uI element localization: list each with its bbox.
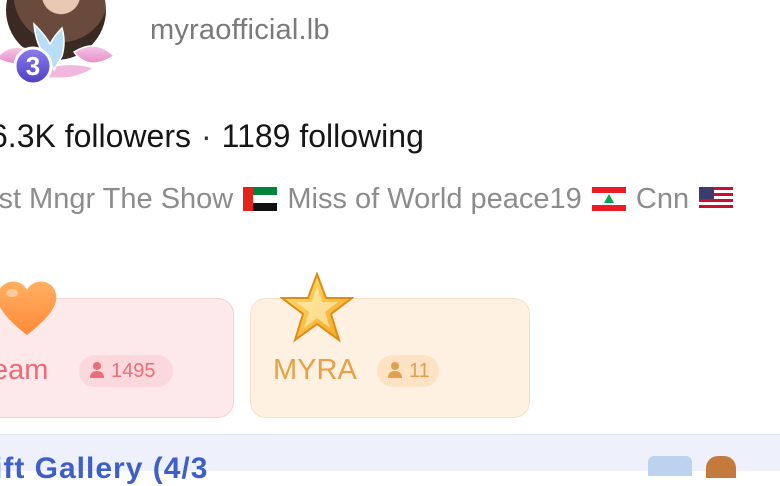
level-number: 3 <box>25 51 41 81</box>
fan-club-count: 1495 <box>111 360 156 382</box>
bio-part-1: ist Mngr The Show <box>0 183 234 215</box>
bio-part-2: Miss of World peace19 <box>287 183 582 215</box>
family-member-count: 11 <box>377 355 439 387</box>
family-count: 11 <box>409 360 430 382</box>
username: myraofficial.lb <box>150 14 330 46</box>
gift-gallery-title: ift Gallery (4/3 <box>0 452 209 485</box>
uae-flag-icon <box>243 187 278 211</box>
person-icon <box>388 362 402 378</box>
gift-thumbnail <box>706 456 736 478</box>
family-title: MYRA <box>273 354 357 386</box>
gift-thumbnail <box>648 456 692 476</box>
fan-club-title: eam <box>0 354 49 386</box>
fan-club-member-count: 1495 <box>79 355 173 387</box>
avatar-with-level-badge[interactable]: 3 <box>0 0 122 90</box>
followers-count[interactable]: 6.3K followers <box>0 118 191 154</box>
heart-icon <box>0 281 57 335</box>
bio-text: ist Mngr The Show Miss of World peace19 … <box>0 183 735 216</box>
follow-stats: 6.3K followers · 1189 following <box>0 118 424 155</box>
lebanon-flag-icon <box>591 187 626 211</box>
stats-separator: · <box>200 118 212 154</box>
person-icon <box>90 362 104 378</box>
star-icon <box>280 272 354 343</box>
following-count[interactable]: 1189 following <box>222 118 424 154</box>
bio-part-3: Cnn <box>635 183 690 215</box>
us-flag-icon <box>699 187 734 211</box>
